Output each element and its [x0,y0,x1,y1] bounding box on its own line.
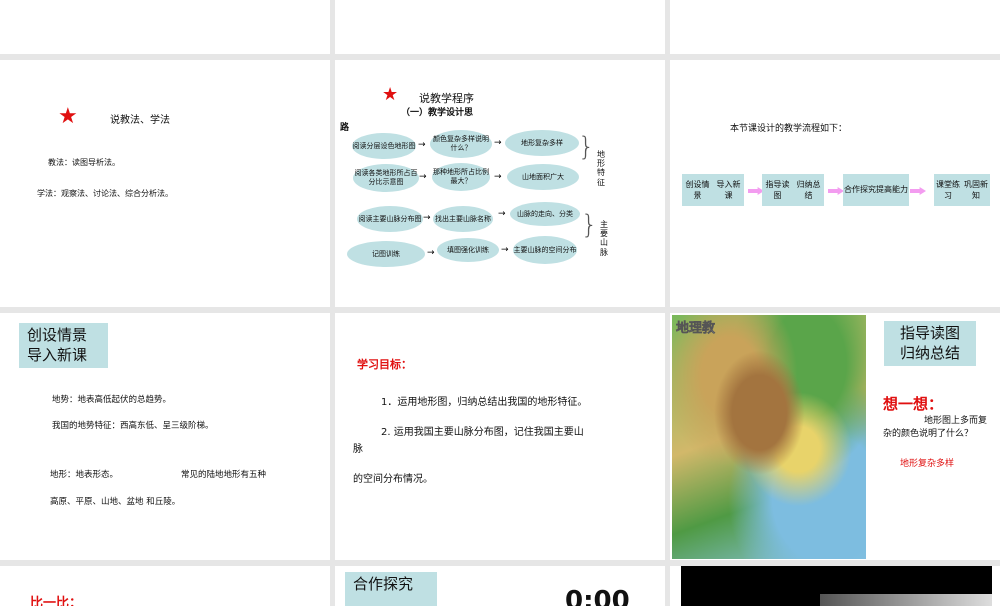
text-line: 地势：地表高低起伏的总趋势。 [52,395,172,405]
slide-thumbnail-10[interactable]: 比一比： [0,566,330,606]
slide-heading: 学习目标： [357,358,412,371]
flow-node: 地形复杂多样 [505,130,579,156]
map-label: 地理教 [676,321,716,337]
slide-subtitle: （一）教学设计思 [401,108,474,118]
flow-node: 找出主要山脉名称 [433,206,493,232]
goal-3: 的空间分布情况。 [353,474,433,485]
flow-node: 阅读主要山脉分布图 [357,206,423,232]
think-heading: 想一想： [883,395,944,413]
flow-node: 填图强化训练 [437,238,499,262]
slide-heading: 比一比： [30,596,83,606]
slide-title: 本节课设计的教学流程如下： [730,124,848,134]
arrow-icon: → [419,172,427,182]
flow-node: 山脉的走向、分类 [510,202,580,226]
slide-thumbnail-9[interactable]: 地理教 指导读图归纳总结 想一想： 地形图上多而复 杂的颜色说明了什么？ 地形复… [670,313,1000,560]
flow-step: 指导读图 归纳总结 [762,174,824,206]
goal-1: 1．运用地形图，归纳总结出我国的地形特征。 [381,397,588,408]
flow-step: 创设情景 导入新课 [682,174,744,206]
flow-node: 山地面积广大 [507,164,579,190]
slide-thumbnail-12[interactable] [670,566,1000,606]
arrow-icon: → [427,248,435,258]
slide-thumbnail-11[interactable]: 合作探究 0:00 [335,566,665,606]
flow-node: 主要山脉的空间分布 [513,236,577,264]
video-frame-image [820,594,992,606]
slide-thumbnail-1[interactable] [0,0,330,54]
text-line: 地形：地表形态。 [50,470,119,480]
title-box: 指导读图 归纳总结 [884,321,976,366]
group-label: 主要山脉 [600,220,608,257]
step-line: 提高能力 [876,185,908,195]
step-line: 导入新课 [716,179,741,200]
text-line: 常见的陆地地形有五种 [181,470,267,480]
step-line: 巩固新知 [964,179,988,200]
text-line: 教法：读图导析法。 [48,158,120,167]
slide-thumbnail-4[interactable]: ★ 说教法、学法 教法：读图导析法。 学法：观察法、讨论法、综合分析法。 [0,60,330,307]
text-line: 学法：观察法、讨论法、综合分析法。 [37,189,173,198]
brace: } [581,210,598,240]
text-line: 我国的地势特征：西高东低、呈三级阶梯。 [52,421,214,431]
goal-2-cont: 脉 [353,444,363,455]
slide-thumbnail-8[interactable]: 学习目标： 1．运用地形图，归纳总结出我国的地形特征。 2. 运用我国主要山脉分… [335,313,665,560]
goal-2: 2. 运用我国主要山脉分布图，记住我国主要山 [381,427,584,438]
question-line: 地形图上多而复 [924,416,988,426]
slide-thumbnail-3[interactable] [670,0,1000,54]
step-line: 归纳总结 [796,179,821,200]
slide-title: 说教法、学法 [110,115,170,126]
title-box: 合作探究 [345,572,437,606]
flow-node: 颜色复杂多样说明什么？ [430,130,492,158]
slide-thumbnail-5[interactable]: ★ 说教学程序 （一）教学设计思 路 阅读分层设色地形图 → 颜色复杂多样说明什… [335,60,665,307]
slide-thumbnail-6[interactable]: 本节课设计的教学流程如下： 创设情景 导入新课 指导读图 归纳总结 合作探究 提高能力… [670,60,1000,307]
step-line: 指导读图 [765,179,790,200]
star-icon: ★ [58,104,78,129]
box-line: 归纳总结 [899,344,960,363]
flow-step: 合作探究 提高能力 [843,174,909,206]
flow-node: 阅读分层设色地形图 [352,133,416,159]
flow-node: 那种地形所占比例最大？ [432,163,490,191]
arrow-icon: → [494,138,502,148]
question-line: 杂的颜色说明了什么？ [883,429,974,439]
flow-node: 记图训练 [347,241,425,267]
arrow-icon: → [498,209,506,219]
box-line: 导入新课 [27,346,88,365]
slide-thumbnail-2[interactable] [335,0,665,54]
box-line: 创设情景 [27,326,88,344]
arrow-icon [828,187,844,195]
flow-step: 课堂练习 巩固新知 [934,174,990,206]
china-terrain-map [672,315,866,559]
box-line: 指导读图 [899,324,960,342]
brace: } [578,132,595,162]
arrow-icon [910,187,926,195]
slide-thumbnail-7[interactable]: 创设情景导入新课 地势：地表高低起伏的总趋势。 我国的地势特征：西高东低、呈三级… [0,313,330,560]
slide-title: 说教学程序 [419,92,474,105]
arrow-icon: → [423,213,431,223]
arrow-icon: → [494,172,502,182]
star-icon: ★ [382,84,399,105]
arrow-icon: → [418,140,426,150]
step-line: 合作探究 [844,185,876,195]
arrow-icon: → [501,245,509,255]
slide-subtitle-cont: 路 [340,123,350,133]
step-line: 课堂练习 [936,179,960,200]
title-box: 创设情景 导入新课 [19,323,108,368]
flow-node: 阅读各类地形所占百分比示意图 [353,164,419,192]
step-line: 创设情景 [685,179,710,200]
text-line: 高原、平原、山地、盆地 和丘陵。 [50,497,181,507]
answer: 地形复杂多样 [900,459,955,469]
timer: 0:00 [565,586,630,606]
group-label: 地形特征 [597,150,605,187]
